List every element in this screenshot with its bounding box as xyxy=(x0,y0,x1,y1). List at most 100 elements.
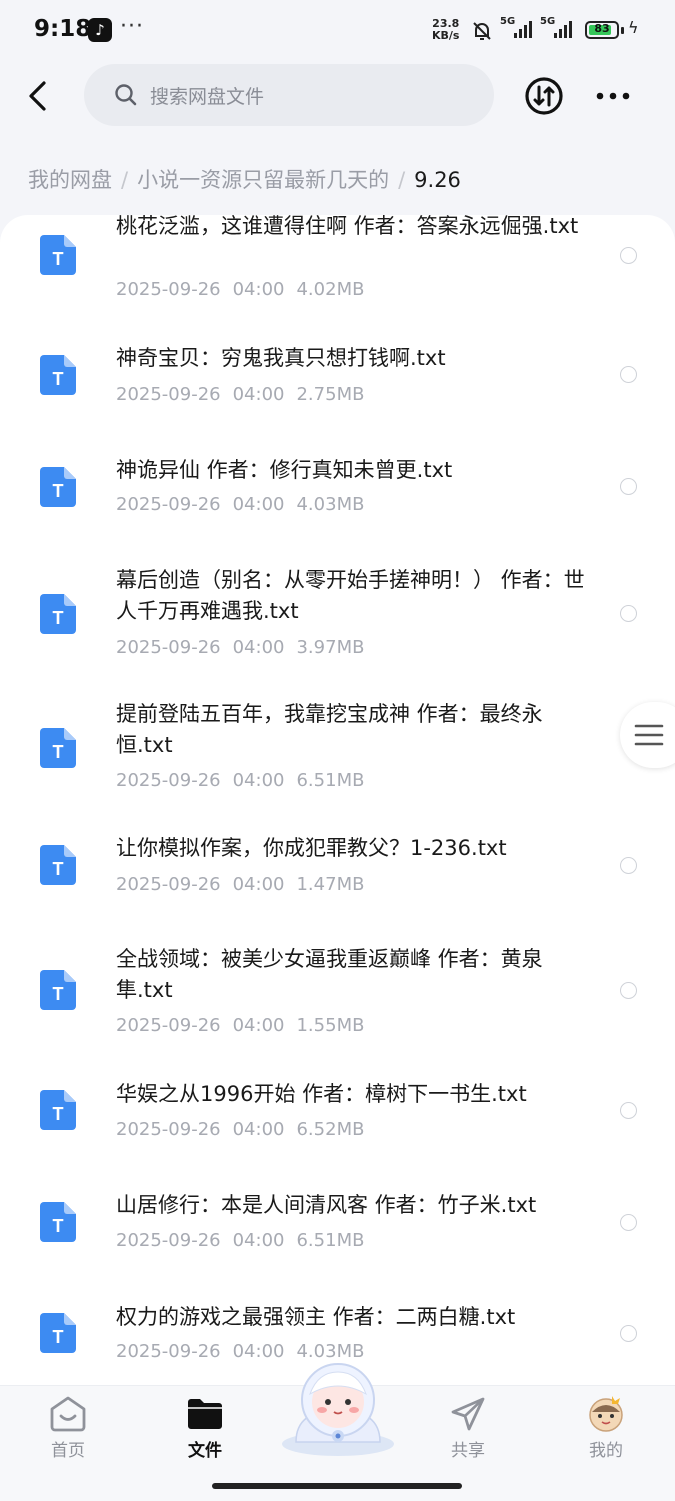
file-size: 4.03MB xyxy=(296,494,365,515)
svg-text:T: T xyxy=(53,369,64,389)
file-time: 04:00 xyxy=(232,770,285,791)
file-time: 04:00 xyxy=(232,1230,285,1251)
select-radio[interactable] xyxy=(620,1102,637,1119)
file-date: 2025-09-26 xyxy=(116,494,221,515)
breadcrumb-item-root[interactable]: 我的网盘 xyxy=(28,168,112,192)
file-size: 1.47MB xyxy=(296,874,365,895)
notification-more-icon: ··· xyxy=(120,14,144,39)
file-date: 2025-09-26 xyxy=(116,384,221,405)
txt-file-icon: T xyxy=(40,1090,76,1130)
file-date: 2025-09-26 xyxy=(116,637,221,658)
file-row[interactable]: T 桃花泛滥，这谁遭得住啊 作者：答案永远倔强.txt 2025-09-26 04… xyxy=(0,215,675,311)
file-size: 2.75MB xyxy=(296,384,365,405)
svg-text:T: T xyxy=(53,249,64,269)
select-radio[interactable] xyxy=(620,857,637,874)
menu-lines-icon xyxy=(634,724,664,746)
file-size: 6.52MB xyxy=(296,1119,365,1140)
mute-bell-icon xyxy=(473,22,491,40)
file-time: 04:00 xyxy=(232,874,285,895)
file-date: 2025-09-26 xyxy=(116,770,221,791)
transfer-icon[interactable] xyxy=(524,76,564,116)
file-time: 04:00 xyxy=(232,494,285,515)
network-speed: 23.8 KB/s xyxy=(432,18,459,42)
file-time: 04:00 xyxy=(232,279,285,300)
profile-avatar-icon xyxy=(589,1396,623,1432)
battery-icon: 83 xyxy=(585,21,619,39)
file-row[interactable]: T 幕后创造（别名：从零开始手搓神明！） 作者：世人千万再难遇我.txt 202… xyxy=(0,559,675,677)
file-row[interactable]: T 神奇宝贝：穷鬼我真只想打钱啊.txt 2025-09-26 04:00 2.75… xyxy=(0,325,675,425)
nav-item-home[interactable]: 首页 xyxy=(18,1386,118,1476)
file-size: 4.02MB xyxy=(296,279,365,300)
txt-file-icon: T xyxy=(40,1313,76,1353)
file-meta: 2025-09-26 04:00 2.75MB xyxy=(116,384,364,405)
file-name: 全战领域：被美少女逼我重返巅峰 作者：黄泉隼.txt xyxy=(116,947,543,1002)
charging-icon: ϟ xyxy=(628,18,639,37)
status-time: 9:18 xyxy=(34,16,92,42)
file-list: T 桃花泛滥，这谁遭得住啊 作者：答案永远倔强.txt 2025-09-26 04… xyxy=(0,215,675,1385)
file-row[interactable]: T 让你模拟作案，你成犯罪教父？1-236.txt 2025-09-26 04:0… xyxy=(0,825,675,925)
signal-icon xyxy=(554,21,572,38)
select-radio[interactable] xyxy=(620,478,637,495)
signal-icon xyxy=(514,21,532,38)
more-options-icon[interactable] xyxy=(594,86,634,106)
file-name: 让你模拟作案，你成犯罪教父？1-236.txt xyxy=(116,836,507,860)
breadcrumb-separator: / xyxy=(398,168,406,192)
battery-tip xyxy=(621,27,624,34)
svg-text:T: T xyxy=(53,1104,64,1124)
nav-label: 首页 xyxy=(51,1441,85,1461)
ai-assistant-mascot-icon[interactable] xyxy=(276,1352,400,1458)
file-time: 04:00 xyxy=(232,1015,285,1036)
nav-item-files[interactable]: 文件 xyxy=(155,1386,255,1476)
file-row[interactable]: T 华娱之从1996开始 作者：樟树下一书生.txt 2025-09-26 04:… xyxy=(0,1070,675,1170)
svg-text:T: T xyxy=(53,481,64,501)
txt-file-icon: T xyxy=(40,467,76,507)
file-row[interactable]: T 全战领域：被美少女逼我重返巅峰 作者：黄泉隼.txt 2025-09-26 0… xyxy=(0,940,675,1058)
file-meta: 2025-09-26 04:00 4.03MB xyxy=(116,494,364,515)
file-meta: 2025-09-26 04:00 4.02MB xyxy=(116,279,364,300)
file-name: 神奇宝贝：穷鬼我真只想打钱啊.txt xyxy=(116,346,446,370)
share-icon xyxy=(451,1397,485,1431)
search-placeholder: 搜索网盘文件 xyxy=(150,86,265,108)
nav-label: 共享 xyxy=(451,1441,485,1461)
file-size: 1.55MB xyxy=(296,1015,365,1036)
file-row[interactable]: T 神诡异仙 作者：修行真知未曾更.txt 2025-09-26 04:00 4.0… xyxy=(0,437,675,537)
file-date: 2025-09-26 xyxy=(116,1119,221,1140)
file-meta: 2025-09-26 04:00 1.47MB xyxy=(116,874,364,895)
select-radio[interactable] xyxy=(620,366,637,383)
breadcrumb-item-current: 9.26 xyxy=(414,168,461,192)
file-date: 2025-09-26 xyxy=(116,874,221,895)
search-icon xyxy=(115,84,137,106)
file-meta: 2025-09-26 04:00 6.51MB xyxy=(116,1230,364,1251)
home-icon xyxy=(50,1396,86,1432)
breadcrumb-separator: / xyxy=(121,168,129,192)
select-radio[interactable] xyxy=(620,982,637,999)
txt-file-icon: T xyxy=(40,845,76,885)
back-icon[interactable] xyxy=(20,78,56,114)
file-row[interactable]: T 山居修行：本是人间清风客 作者：竹子米.txt 2025-09-26 04:0… xyxy=(0,1181,675,1281)
nav-item-share[interactable]: 共享 xyxy=(418,1386,518,1476)
svg-text:T: T xyxy=(53,742,64,762)
breadcrumb-item-folder[interactable]: 小说一资源只留最新几天的 xyxy=(137,168,389,192)
txt-file-icon: T xyxy=(40,594,76,634)
select-radio[interactable] xyxy=(620,1214,637,1231)
txt-file-icon: T xyxy=(40,235,76,275)
search-input[interactable]: 搜索网盘文件 xyxy=(84,64,494,126)
nav-item-profile[interactable]: 我的 xyxy=(556,1386,656,1476)
status-bar: 9:18 ♪ ··· 23.8 KB/s 5G 5G 83 ϟ xyxy=(0,0,675,62)
file-name: 神诡异仙 作者：修行真知未曾更.txt xyxy=(116,458,453,482)
file-name: 幕后创造（别名：从零开始手搓神明！） 作者：世人千万再难遇我.txt xyxy=(116,568,585,623)
breadcrumb: 我的网盘 / 小说一资源只留最新几天的 / 9.26 xyxy=(28,164,461,194)
file-name: 桃花泛滥，这谁遭得住啊 作者：答案永远倔强.txt xyxy=(116,215,579,238)
svg-text:T: T xyxy=(53,1216,64,1236)
file-name: 权力的游戏之最强领主 作者：二两白糖.txt xyxy=(116,1305,516,1329)
file-time: 04:00 xyxy=(232,384,285,405)
file-meta: 2025-09-26 04:00 6.52MB xyxy=(116,1119,364,1140)
svg-text:T: T xyxy=(53,984,64,1004)
file-row[interactable]: T 提前登陆五百年，我靠挖宝成神 作者：最终永恒.txt 2025-09-26 0… xyxy=(0,693,675,811)
file-date: 2025-09-26 xyxy=(116,1341,221,1362)
select-radio[interactable] xyxy=(620,605,637,622)
select-radio[interactable] xyxy=(620,247,637,264)
file-date: 2025-09-26 xyxy=(116,1015,221,1036)
select-radio[interactable] xyxy=(620,1325,637,1342)
folder-icon xyxy=(188,1399,222,1429)
